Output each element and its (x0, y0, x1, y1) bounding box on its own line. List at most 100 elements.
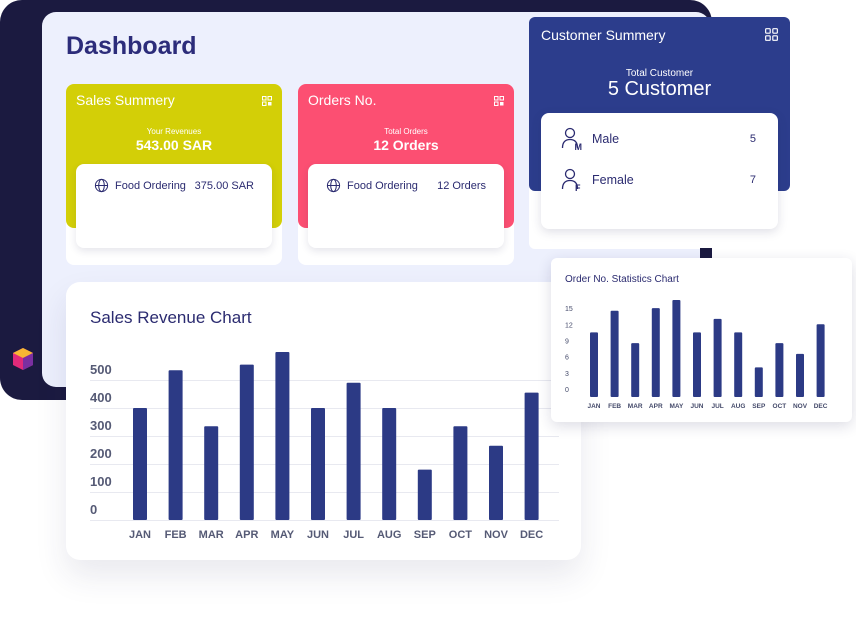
customer-summary-card: Customer Summery Total Customer 5 Custom… (529, 17, 790, 249)
bar-oct (453, 426, 468, 520)
grid-icon[interactable] (765, 28, 778, 41)
customer-summary-title: Customer Summery (541, 27, 666, 43)
y-tick-label: 400 (90, 390, 112, 405)
orders-detail: Food Ordering 12 Orders (308, 164, 504, 248)
sales-revenue-chart: 0 100 200 300 400 500 JAN FEB MAR APR MAY JUN JUL AUG… (90, 352, 559, 541)
orders-item: Food Ordering 12 Orders (326, 178, 486, 193)
bar-jun (693, 332, 701, 397)
x-tick-label: DEC (814, 403, 828, 410)
x-tick-label: JUL (711, 403, 723, 410)
bar-jan (590, 332, 598, 397)
orders-title: Orders No. (308, 92, 377, 108)
customer-summary-total: 5 Customer (607, 78, 712, 100)
y-tick-label: 500 (90, 362, 112, 377)
bar-mar (631, 343, 640, 397)
y-tick-label: 0 (90, 502, 97, 517)
y-tick-label: 300 (90, 418, 112, 433)
svg-text:F: F (575, 183, 581, 192)
sales-item-value: 375.00 SAR (194, 179, 254, 192)
orders-subtitle: Total Orders (384, 127, 428, 136)
bar-may (672, 300, 681, 397)
sales-item-label: Food Ordering (115, 179, 186, 192)
x-tick-label: SEP (414, 529, 436, 541)
y-tick-label: 12 (565, 322, 573, 329)
sales-summary-total: 543.00 SAR (135, 137, 213, 153)
bar-dec (524, 392, 539, 520)
bar-nov (796, 353, 804, 397)
y-tick-label: 9 (565, 339, 569, 346)
male-user-icon: M (561, 127, 583, 151)
y-tick-label: 200 (90, 446, 112, 461)
y-tick-label: 15 (565, 306, 573, 313)
x-tick-label: DEC (520, 529, 543, 541)
x-tick-label: MAR (628, 403, 643, 410)
bar-apr (651, 308, 660, 397)
globe-icon (94, 178, 109, 193)
x-tick-label: APR (235, 529, 258, 541)
x-tick-label: AUG (377, 529, 401, 541)
globe-icon (326, 178, 341, 193)
bar-feb (168, 370, 183, 520)
x-tick-label: NOV (793, 403, 808, 410)
x-tick-label: APR (649, 403, 663, 410)
x-tick-label: MAY (271, 529, 295, 541)
bar-apr (239, 364, 254, 520)
bar-jul (346, 382, 361, 520)
x-tick-label: NOV (484, 529, 509, 541)
y-tick-label: 0 (565, 387, 569, 394)
grid-icon[interactable] (494, 96, 504, 106)
sales-summary-item: Food Ordering 375.00 SAR (94, 178, 254, 193)
orders-item-label: Food Ordering (347, 179, 418, 192)
orders-card: Orders No. Total Orders 12 Orders Food O… (298, 84, 514, 265)
bar-jul (713, 318, 722, 397)
x-tick-label: JAN (587, 403, 600, 410)
x-tick-label: FEB (165, 529, 187, 541)
app-logo-icon (13, 348, 33, 370)
customer-row-male: M Male 5 (561, 127, 756, 151)
bar-jun (311, 408, 325, 520)
female-label: Female (592, 173, 634, 187)
x-tick-label: AUG (731, 403, 745, 410)
sales-summary-card: Sales Summery Your Revenues 543.00 SAR F… (66, 84, 282, 265)
x-tick-label: JUL (343, 529, 364, 541)
female-count: 7 (749, 174, 756, 186)
y-tick-label: 100 (90, 474, 112, 489)
customer-row-female: F Female 7 (561, 168, 756, 192)
x-tick-label: MAR (199, 529, 224, 541)
bar-dec (816, 324, 825, 397)
sales-summary-subtitle: Your Revenues (146, 127, 202, 136)
sales-summary-detail: Food Ordering 375.00 SAR (76, 164, 272, 248)
customer-breakdown: M Male 5 F Female 7 (541, 113, 778, 229)
bar-jan (133, 408, 147, 520)
bar-sep (754, 367, 763, 397)
x-tick-label: OCT (773, 403, 787, 410)
x-tick-label: JAN (129, 529, 151, 541)
bar-aug (734, 332, 743, 397)
page-title: Dashboard (66, 32, 197, 60)
order-stats-chart: 0 3 6 9 12 15 JAN FEB MAR APR MAY JUN JUL AUG SEP OCT NO… (565, 300, 828, 410)
male-label: Male (592, 132, 620, 146)
svg-text:M: M (575, 142, 583, 151)
sales-summary-title: Sales Summery (76, 92, 175, 108)
x-tick-label: MAY (669, 403, 684, 410)
x-tick-label: SEP (752, 403, 766, 410)
bar-oct (775, 343, 784, 397)
bar-feb (610, 310, 619, 397)
bar-aug (382, 408, 397, 520)
bar-may (275, 352, 290, 520)
bar-mar (204, 426, 219, 520)
sales-revenue-chart-card: Sales Revenue Chart 0 100 200 300 400 500 JAN F… (66, 282, 581, 560)
grid-icon[interactable] (262, 96, 272, 106)
orders-item-value: 12 Orders (437, 179, 486, 192)
bar-sep (417, 469, 432, 520)
x-tick-label: OCT (449, 529, 473, 541)
decor-square (700, 248, 712, 258)
orders-total: 12 Orders (373, 137, 439, 153)
x-tick-label: FEB (608, 403, 621, 410)
male-count: 5 (749, 133, 756, 145)
y-tick-label: 6 (565, 355, 569, 362)
bar-nov (489, 445, 503, 520)
y-tick-label: 3 (565, 371, 569, 378)
female-user-icon: F (561, 168, 581, 192)
order-stats-chart-card: Order No. Statistics Chart 0 3 6 9 12 15 JAN FE… (551, 258, 852, 422)
